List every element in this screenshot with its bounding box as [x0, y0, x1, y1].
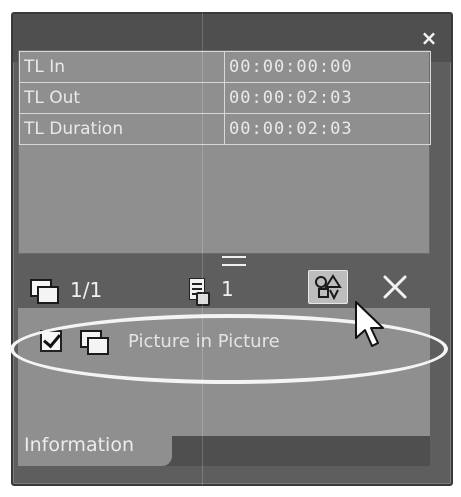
- track-icon: [187, 274, 210, 306]
- drag-handle-icon[interactable]: [222, 256, 246, 266]
- delete-effect-button[interactable]: [381, 272, 409, 302]
- layers-icon: [78, 328, 109, 355]
- tl-out-label: TL Out: [19, 82, 225, 114]
- layers-icon: [28, 277, 59, 304]
- effect-settings-icon: [315, 274, 342, 300]
- effect-name-label: Picture in Picture: [128, 330, 280, 352]
- close-icon: [383, 275, 407, 299]
- table-row: TL Duration 00:00:02:03: [19, 113, 431, 145]
- tl-duration-value: 00:00:02:03: [224, 113, 431, 145]
- clip-info-area: TL In 00:00:00:00 TL Out 00:00:02:03 TL …: [18, 50, 431, 254]
- table-row: TL Out 00:00:02:03: [19, 82, 431, 114]
- layer-count-text: 1/1: [70, 278, 103, 302]
- effect-settings-button[interactable]: [308, 270, 348, 304]
- tl-in-value: 00:00:00:00: [224, 51, 431, 83]
- checkbox-checked-icon[interactable]: [40, 329, 62, 352]
- tl-in-label: TL In: [19, 51, 225, 83]
- list-item[interactable]: Picture in Picture: [40, 324, 280, 358]
- track-number-text: 1: [221, 277, 234, 301]
- layer-counter: 1/1: [28, 277, 103, 304]
- track-indicator: 1: [187, 274, 234, 306]
- tl-duration-label: TL Duration: [19, 113, 225, 145]
- tl-out-value: 00:00:02:03: [224, 82, 431, 114]
- tab-information[interactable]: Information: [18, 430, 172, 466]
- mouse-pointer-icon: [355, 301, 384, 347]
- clip-info-table: TL In 00:00:00:00 TL Out 00:00:02:03 TL …: [19, 51, 431, 145]
- table-row: TL In 00:00:00:00: [19, 51, 431, 83]
- close-panel-button[interactable]: ×: [419, 28, 439, 48]
